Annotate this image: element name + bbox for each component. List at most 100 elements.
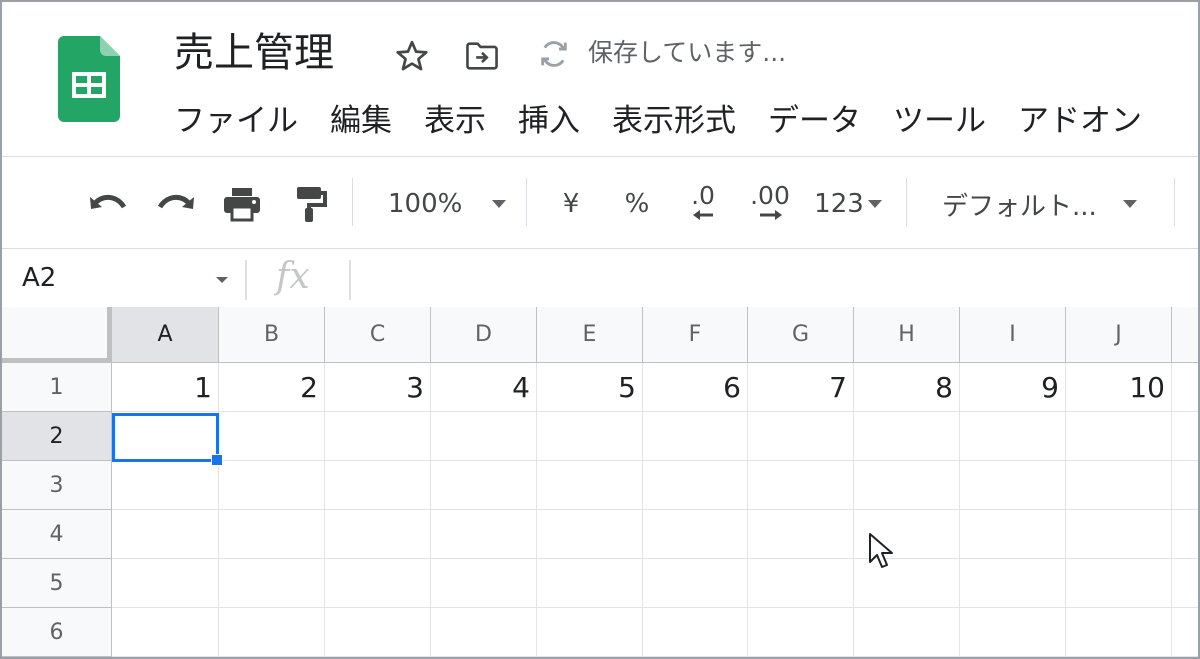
- cell-overflow[interactable]: [1172, 412, 1198, 461]
- cell-c2[interactable]: [325, 412, 431, 461]
- cell-j1[interactable]: 10: [1066, 363, 1172, 412]
- column-header-j[interactable]: J: [1066, 307, 1172, 363]
- cell-j6[interactable]: [1066, 608, 1172, 657]
- column-header-e[interactable]: E: [537, 307, 643, 363]
- font-select[interactable]: デフォルト...: [924, 182, 1164, 226]
- paint-format-icon[interactable]: [286, 182, 334, 226]
- row-header-5[interactable]: 5: [2, 559, 112, 608]
- column-header-f[interactable]: F: [643, 307, 748, 363]
- decrease-decimal-button[interactable]: .0: [678, 180, 728, 224]
- number-format-select[interactable]: 123: [808, 182, 888, 226]
- row-header-3[interactable]: 3: [2, 461, 112, 510]
- cell-d2[interactable]: [431, 412, 537, 461]
- menu-tools[interactable]: ツール: [893, 98, 986, 146]
- column-header-c[interactable]: C: [325, 307, 431, 363]
- cell-c6[interactable]: [325, 608, 431, 657]
- cell-j4[interactable]: [1066, 510, 1172, 559]
- row-header-6[interactable]: 6: [2, 608, 112, 657]
- cell-b3[interactable]: [219, 461, 325, 510]
- cell-overflow[interactable]: [1172, 510, 1198, 559]
- cell-i6[interactable]: [960, 608, 1066, 657]
- column-header-i[interactable]: I: [960, 307, 1066, 363]
- cell-i2[interactable]: [960, 412, 1066, 461]
- cell-overflow[interactable]: [1172, 363, 1198, 412]
- star-icon[interactable]: [390, 36, 434, 76]
- cell-h1[interactable]: 8: [854, 363, 960, 412]
- formula-input[interactable]: [362, 260, 1182, 296]
- cell-d3[interactable]: [431, 461, 537, 510]
- cell-b5[interactable]: [219, 559, 325, 608]
- column-header-overflow[interactable]: [1172, 307, 1198, 363]
- menu-data[interactable]: データ: [768, 98, 861, 146]
- cell-g4[interactable]: [748, 510, 854, 559]
- cell-j5[interactable]: [1066, 559, 1172, 608]
- cell-g3[interactable]: [748, 461, 854, 510]
- cell-i5[interactable]: [960, 559, 1066, 608]
- cell-g6[interactable]: [748, 608, 854, 657]
- cell-e1[interactable]: 5: [537, 363, 643, 412]
- row-header-1[interactable]: 1: [2, 363, 112, 412]
- cell-a5[interactable]: [112, 559, 219, 608]
- print-icon[interactable]: [218, 182, 266, 226]
- cell-a3[interactable]: [112, 461, 219, 510]
- cell-f6[interactable]: [643, 608, 748, 657]
- cell-b1[interactable]: 2: [219, 363, 325, 412]
- cell-b2[interactable]: [219, 412, 325, 461]
- cell-a2[interactable]: [112, 412, 219, 461]
- cell-j2[interactable]: [1066, 412, 1172, 461]
- cell-c1[interactable]: 3: [325, 363, 431, 412]
- cell-h6[interactable]: [854, 608, 960, 657]
- sheets-logo-icon[interactable]: [58, 36, 120, 122]
- cell-e3[interactable]: [537, 461, 643, 510]
- cell-i1[interactable]: 9: [960, 363, 1066, 412]
- cell-j3[interactable]: [1066, 461, 1172, 510]
- menu-edit[interactable]: 編集: [330, 98, 392, 146]
- cell-i3[interactable]: [960, 461, 1066, 510]
- cell-e6[interactable]: [537, 608, 643, 657]
- column-header-g[interactable]: G: [748, 307, 854, 363]
- percent-format-button[interactable]: %: [614, 182, 660, 226]
- cell-d6[interactable]: [431, 608, 537, 657]
- cell-overflow[interactable]: [1172, 461, 1198, 510]
- cell-h3[interactable]: [854, 461, 960, 510]
- menu-format[interactable]: 表示形式: [612, 98, 736, 146]
- cell-f4[interactable]: [643, 510, 748, 559]
- cell-overflow[interactable]: [1172, 559, 1198, 608]
- menu-addons[interactable]: アドオン: [1018, 98, 1142, 146]
- cell-b4[interactable]: [219, 510, 325, 559]
- cell-a1[interactable]: 1: [112, 363, 219, 412]
- cell-g5[interactable]: [748, 559, 854, 608]
- cell-a6[interactable]: [112, 608, 219, 657]
- cell-d4[interactable]: [431, 510, 537, 559]
- cell-f2[interactable]: [643, 412, 748, 461]
- cell-g2[interactable]: [748, 412, 854, 461]
- cell-f5[interactable]: [643, 559, 748, 608]
- cell-c4[interactable]: [325, 510, 431, 559]
- zoom-select[interactable]: 100%: [372, 182, 522, 226]
- undo-icon[interactable]: [84, 182, 132, 226]
- increase-decimal-button[interactable]: .00: [742, 180, 798, 224]
- cell-c5[interactable]: [325, 559, 431, 608]
- cell-e5[interactable]: [537, 559, 643, 608]
- name-box[interactable]: A2: [22, 260, 56, 296]
- cell-b6[interactable]: [219, 608, 325, 657]
- fill-handle[interactable]: [211, 454, 223, 466]
- cell-c3[interactable]: [325, 461, 431, 510]
- cell-overflow[interactable]: [1172, 608, 1198, 657]
- document-title[interactable]: 売上管理: [174, 28, 334, 78]
- menu-insert[interactable]: 挿入: [518, 98, 580, 146]
- column-header-b[interactable]: B: [219, 307, 325, 363]
- row-header-2[interactable]: 2: [2, 412, 112, 461]
- cell-a4[interactable]: [112, 510, 219, 559]
- cell-g1[interactable]: 7: [748, 363, 854, 412]
- column-header-d[interactable]: D: [431, 307, 537, 363]
- cell-d5[interactable]: [431, 559, 537, 608]
- cell-e2[interactable]: [537, 412, 643, 461]
- select-all-corner[interactable]: [2, 307, 112, 363]
- menu-view[interactable]: 表示: [424, 98, 486, 146]
- cell-f3[interactable]: [643, 461, 748, 510]
- move-to-folder-icon[interactable]: [460, 36, 504, 76]
- redo-icon[interactable]: [152, 182, 200, 226]
- cell-i4[interactable]: [960, 510, 1066, 559]
- row-header-4[interactable]: 4: [2, 510, 112, 559]
